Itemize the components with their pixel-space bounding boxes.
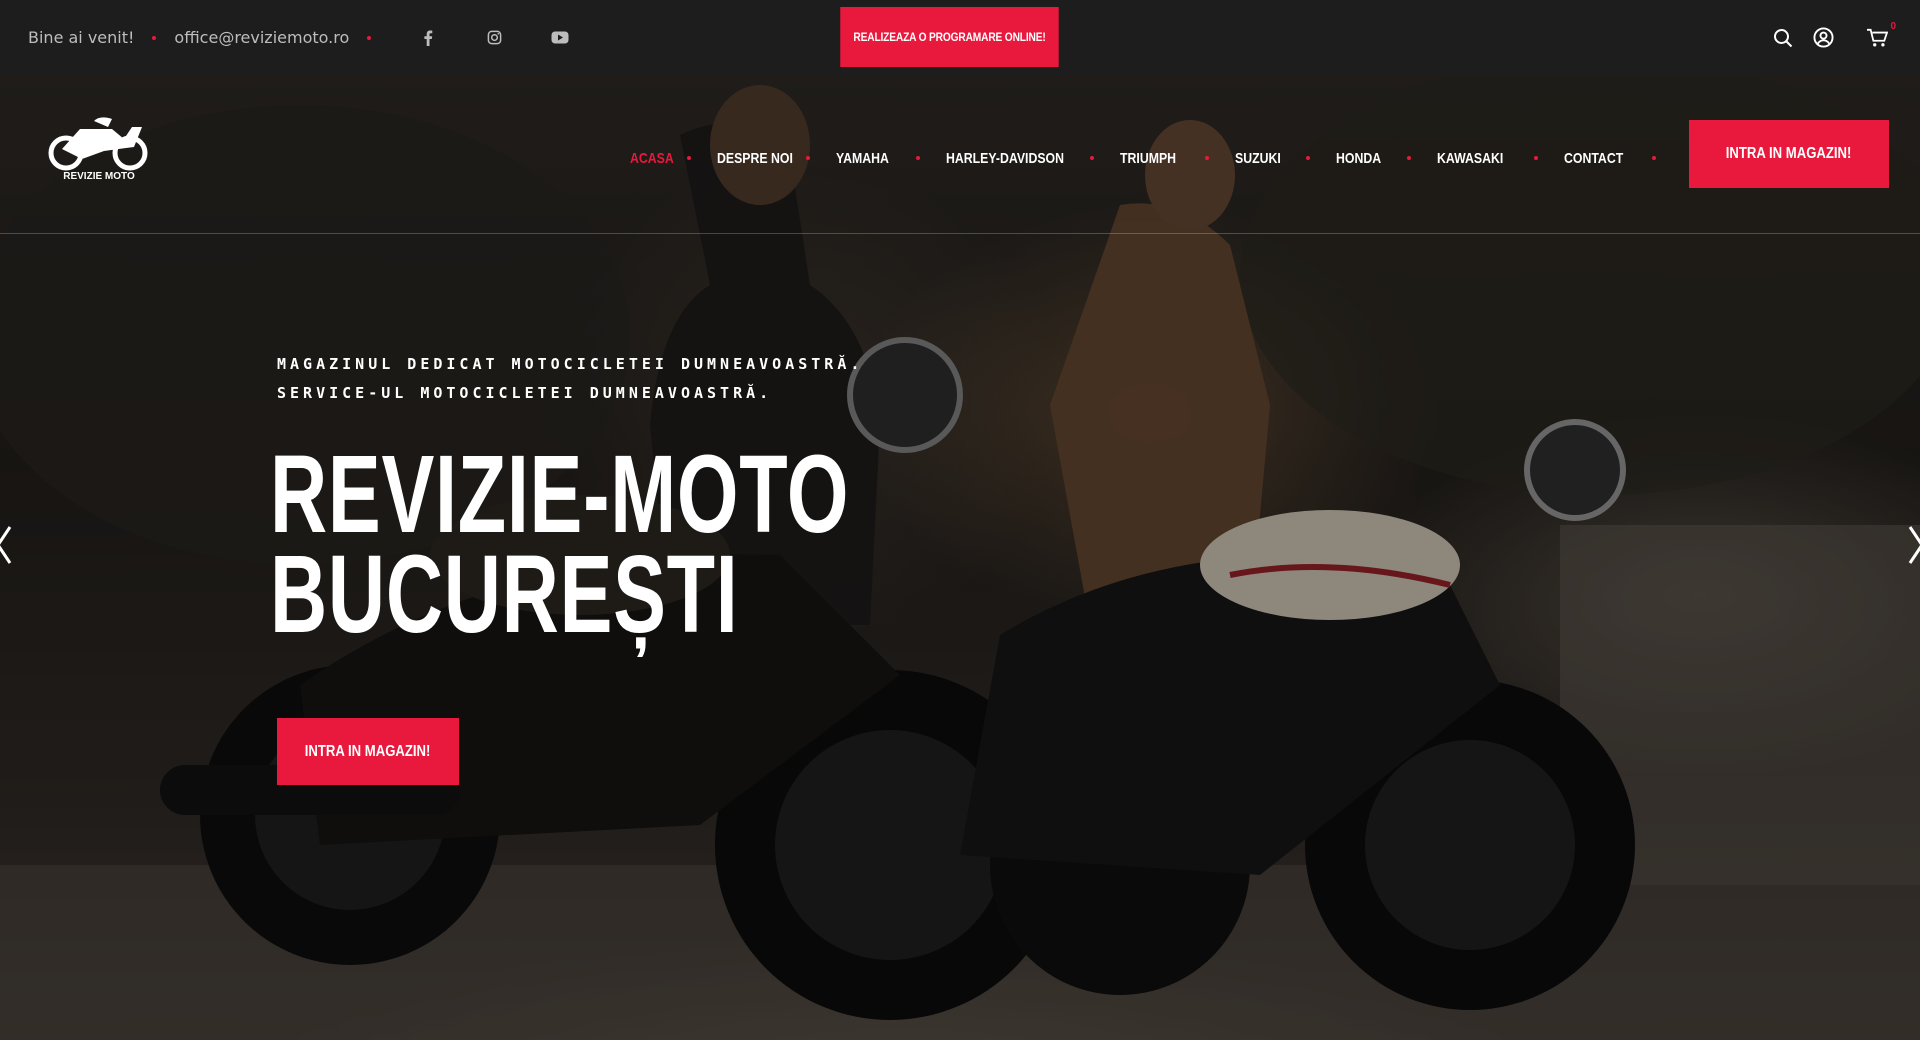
nav-item-acasa[interactable]: ACASA <box>630 150 674 167</box>
nav-separator-dot <box>805 156 810 160</box>
user-icon[interactable] <box>1810 25 1836 51</box>
instagram-icon[interactable] <box>481 25 507 51</box>
welcome-text: Bine ai venit! <box>28 28 135 47</box>
nav-separator-dot <box>687 156 692 160</box>
hero-subtitle: MAGAZINUL DEDICAT MOTOCICLETEI DUMNEAVOA… <box>277 350 863 408</box>
search-icon[interactable] <box>1770 25 1796 51</box>
youtube-icon[interactable] <box>547 25 573 51</box>
nav-item-honda[interactable]: HONDA <box>1336 150 1381 167</box>
nav-item-despre-noi[interactable]: DESPRE NOI <box>717 150 793 167</box>
nav-item-triumph[interactable]: TRIUMPH <box>1120 150 1176 167</box>
top-icons: 0 <box>1770 0 1896 75</box>
nav-separator-dot <box>1090 156 1095 160</box>
nav-separator-dot <box>1407 156 1412 160</box>
top-bar: Bine ai venit! office@reviziemoto.ro REA… <box>0 0 1920 75</box>
hero-title-line-1: REVIZIE-MOTO <box>270 433 850 556</box>
slider-prev-arrow-icon[interactable] <box>0 515 14 575</box>
nav-item-suzuki[interactable]: SUZUKI <box>1235 150 1281 167</box>
shop-button-header[interactable]: INTRA IN MAGAZIN! <box>1689 120 1889 188</box>
online-appointment-button[interactable]: REALIZEAZA O PROGRAMARE ONLINE! <box>840 7 1059 67</box>
hero-title-line-2: BUCUREȘTI <box>270 533 739 656</box>
shop-button-hero[interactable]: INTRA IN MAGAZIN! <box>277 718 459 785</box>
top-bar-left: Bine ai venit! office@reviziemoto.ro <box>28 0 573 75</box>
nav-item-yamaha[interactable]: YAMAHA <box>836 150 889 167</box>
header-divider <box>0 233 1920 234</box>
hero-title: REVIZIE-MOTO BUCUREȘTI <box>270 433 850 656</box>
separator-dot <box>152 35 157 40</box>
logo-text: REVIZIE MOTO <box>63 171 135 182</box>
hero-section: REVIZIE MOTO ACASA DESPRE NOI YAMAHA HAR… <box>0 75 1920 1040</box>
nav-separator-dot <box>1534 156 1539 160</box>
nav-separator-dot <box>1306 156 1311 160</box>
main-navigation: ACASA DESPRE NOI YAMAHA HARLEY-DAVIDSON … <box>630 143 1657 173</box>
cart-icon[interactable]: 0 <box>1864 21 1896 51</box>
nav-item-kawasaki[interactable]: KAWASAKI <box>1437 150 1503 167</box>
nav-item-contact[interactable]: CONTACT <box>1564 150 1623 167</box>
motorcycle-logo-icon <box>48 117 148 171</box>
separator-dot <box>367 35 372 40</box>
shop-button-header-label: INTRA IN MAGAZIN! <box>1726 145 1852 162</box>
shop-button-hero-label: INTRA IN MAGAZIN! <box>305 742 431 760</box>
cart-count-badge: 0 <box>1890 20 1896 32</box>
nav-separator-dot <box>1652 156 1657 160</box>
nav-item-harley-davidson[interactable]: HARLEY-DAVIDSON <box>946 150 1064 167</box>
hero-subtitle-line-2: SERVICE-UL MOTOCICLETEI DUMNEAVOASTRĂ. <box>277 384 773 402</box>
site-logo[interactable]: REVIZIE MOTO <box>44 113 154 193</box>
facebook-icon[interactable] <box>415 25 441 51</box>
nav-separator-dot <box>916 156 921 160</box>
nav-separator-dot <box>1204 156 1209 160</box>
slider-next-arrow-icon[interactable] <box>1906 515 1920 575</box>
email-link[interactable]: office@reviziemoto.ro <box>174 28 349 47</box>
hero-subtitle-line-1: MAGAZINUL DEDICAT MOTOCICLETEI DUMNEAVOA… <box>277 355 864 373</box>
